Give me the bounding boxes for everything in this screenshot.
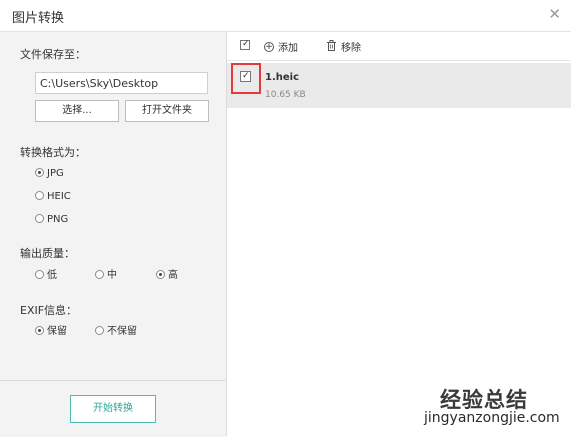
quality-option-medium[interactable]: 中 (95, 269, 117, 283)
plus-circle-icon: + (264, 42, 274, 52)
image-convert-dialog: 图片转换 ✕ 文件保存至： 选择... 打开文件夹 转换格式为： JPG HEI… (0, 0, 571, 437)
add-button[interactable]: + 添加 (264, 39, 298, 54)
quality-label: 输出质量： (20, 247, 75, 260)
radio-icon (35, 269, 44, 279)
close-icon[interactable]: ✕ (548, 6, 561, 22)
dialog-title: 图片转换 (12, 11, 65, 26)
select-folder-button[interactable]: 选择... (35, 100, 119, 122)
quality-option-label: 高 (168, 270, 178, 281)
checkmark-icon: ✓ (242, 39, 250, 49)
watermark-url: jingyanzongjie.com (424, 410, 560, 426)
title-bar: 图片转换 ✕ (0, 0, 571, 32)
settings-footer: 开始转换 (0, 380, 226, 437)
radio-selected-icon (35, 167, 44, 177)
format-option-label: HEIC (47, 191, 71, 202)
exif-option-label: 不保留 (107, 326, 137, 337)
radio-selected-icon (35, 325, 44, 335)
settings-panel: 文件保存至： 选择... 打开文件夹 转换格式为： JPG HEIC PNG 输… (0, 32, 227, 437)
format-option-label: PNG (47, 214, 69, 225)
format-option-heic[interactable]: HEIC (35, 190, 71, 204)
radio-icon (95, 325, 104, 335)
save-path-input[interactable] (35, 72, 208, 94)
quality-option-high[interactable]: 高 (156, 269, 178, 283)
start-convert-button[interactable]: 开始转换 (70, 395, 156, 423)
format-option-jpg[interactable]: JPG (35, 167, 64, 181)
file-list-item[interactable]: ✓ 1.heic 10.65 KB (227, 63, 571, 108)
file-name: 1.heic (265, 72, 300, 83)
exif-label: EXIF信息： (20, 304, 78, 317)
file-toolbar: ✓ + 添加 移除 (227, 32, 571, 61)
file-size: 10.65 KB (265, 90, 306, 100)
save-location-label: 文件保存至： (20, 48, 86, 61)
quality-option-low[interactable]: 低 (35, 269, 57, 283)
trash-icon (326, 40, 337, 54)
format-option-png[interactable]: PNG (35, 213, 68, 227)
exif-option-keep[interactable]: 保留 (35, 325, 67, 339)
remove-button[interactable]: 移除 (326, 39, 361, 55)
remove-button-label: 移除 (341, 43, 361, 54)
file-list-panel: ✓ + 添加 移除 ✓ 1.heic 10.65 KB (227, 32, 571, 436)
exif-option-label: 保留 (47, 326, 67, 337)
format-label: 转换格式为： (20, 146, 86, 159)
radio-icon (35, 190, 44, 200)
format-option-label: JPG (47, 168, 64, 179)
radio-selected-icon (156, 269, 165, 279)
add-button-label: 添加 (278, 43, 298, 54)
quality-option-label: 中 (107, 270, 117, 281)
select-all-checkbox[interactable]: ✓ (240, 39, 250, 50)
radio-icon (35, 213, 44, 223)
radio-icon (95, 269, 104, 279)
highlight-box (231, 63, 261, 94)
exif-option-discard[interactable]: 不保留 (95, 325, 137, 339)
quality-option-label: 低 (47, 270, 57, 281)
open-folder-button[interactable]: 打开文件夹 (125, 100, 209, 122)
